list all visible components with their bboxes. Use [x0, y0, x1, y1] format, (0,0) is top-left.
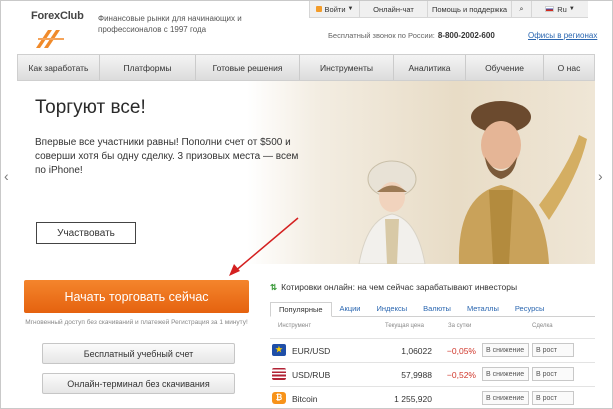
- nav-item-about[interactable]: О нас: [544, 55, 594, 80]
- hero-banner: Торгуют все! Впервые все участники равны…: [17, 81, 595, 264]
- nav-item-tools[interactable]: Инструменты: [300, 55, 394, 80]
- quotes-table-header: Инструмент Текущая цена За сутки Сделка: [270, 323, 595, 334]
- updown-arrows-icon: ⇅: [270, 282, 278, 292]
- tab-resources[interactable]: Ресурсы: [507, 302, 553, 317]
- chevron-down-icon: ▼: [568, 6, 575, 12]
- instrument-price: 1,06022: [401, 346, 432, 356]
- col-price: Текущая цена: [385, 323, 424, 329]
- instrument-change: −0,05%: [446, 346, 476, 356]
- logo-mark-icon: [36, 30, 64, 48]
- tab-stocks[interactable]: Акции: [332, 302, 369, 317]
- buy-button[interactable]: В рост: [532, 391, 574, 405]
- chevron-down-icon: ▼: [347, 6, 354, 12]
- instrument-change: −0,52%: [446, 370, 476, 380]
- instrument-price: 57,9988: [401, 370, 432, 380]
- col-instrument: Инструмент: [278, 323, 312, 329]
- offices-link[interactable]: Офисы в регионах: [528, 31, 597, 40]
- participate-button[interactable]: Участвовать: [36, 222, 136, 244]
- site-tagline: Финансовые рынки для начинающих и профес…: [98, 14, 242, 34]
- main-nav: Как заработать Платформы Готовые решения…: [17, 54, 595, 81]
- instrument-name[interactable]: USD/RUB: [292, 370, 330, 380]
- login-label: Войти: [324, 4, 346, 14]
- table-row: USD/RUB 57,9988 −0,52% В снижение В рост: [270, 362, 595, 386]
- hero-text: Впервые все участники равны! Пополни сче…: [35, 137, 299, 176]
- bitcoin-icon: ₿: [272, 392, 286, 404]
- help-support-link[interactable]: Помощь и поддержка: [427, 1, 511, 18]
- search-icon[interactable]: ⌕: [511, 1, 531, 18]
- eu-flag-icon: ★: [272, 344, 286, 356]
- free-demo-account-button[interactable]: Бесплатный учебный счет: [42, 343, 235, 364]
- sell-button[interactable]: В снижение: [482, 367, 529, 381]
- sell-button[interactable]: В снижение: [482, 391, 529, 405]
- hero-title: Торгуют все!: [35, 97, 146, 118]
- quotes-tabs: Популярные Акции Индексы Валюты Металлы …: [270, 302, 595, 317]
- start-trading-button[interactable]: Начать торговать сейчас: [24, 280, 249, 313]
- hotline: Бесплатный звонок по России: 8-800-2002-6…: [328, 31, 495, 40]
- col-deal: Сделка: [532, 323, 553, 329]
- hero-man-illustration: [458, 101, 587, 264]
- trade-note: Мгновенный доступ без скачиваний и плате…: [25, 319, 248, 326]
- web-terminal-button[interactable]: Онлайн-терминал без скачивания: [42, 373, 235, 394]
- logo-text: ForexClub: [31, 10, 84, 22]
- language-label: Ru: [557, 4, 567, 14]
- nav-item-earn[interactable]: Как заработать: [18, 55, 100, 80]
- lock-icon: [315, 6, 322, 12]
- nav-item-platforms[interactable]: Платформы: [100, 55, 196, 80]
- table-row: ★ EUR/USD 1,06022 −0,05% В снижение В ро…: [270, 338, 595, 362]
- instrument-price: 1 255,920: [394, 394, 432, 404]
- language-selector[interactable]: Ru ▼: [531, 1, 588, 18]
- top-utility-bar: Войти ▼ Онлайн-чат Помощь и поддержка ⌕ …: [309, 1, 588, 18]
- instrument-name[interactable]: Bitcoin: [292, 394, 318, 404]
- buy-button[interactable]: В рост: [532, 367, 574, 381]
- login-button[interactable]: Войти ▼: [309, 1, 359, 18]
- tab-metals[interactable]: Металлы: [459, 302, 507, 317]
- tab-currencies[interactable]: Валюты: [415, 302, 459, 317]
- quotes-title-text: Котировки онлайн: на чем сейчас зарабаты…: [281, 282, 518, 292]
- tab-indices[interactable]: Индексы: [369, 302, 416, 317]
- us-flag-icon: [272, 368, 286, 380]
- russia-flag-icon: [545, 6, 555, 12]
- hero-woman-illustration: [358, 160, 426, 264]
- forexclub-logo[interactable]: ForexClub: [31, 10, 91, 52]
- tab-popular[interactable]: Популярные: [270, 302, 332, 317]
- hotline-number[interactable]: 8-800-2002-600: [438, 31, 495, 40]
- buy-button[interactable]: В рост: [532, 343, 574, 357]
- slider-next-arrow[interactable]: ›: [598, 168, 603, 184]
- annotation-arrow-icon: [229, 217, 299, 276]
- nav-item-analytics[interactable]: Аналитика: [394, 55, 466, 80]
- col-change: За сутки: [448, 323, 472, 329]
- nav-item-education[interactable]: Обучение: [466, 55, 544, 80]
- quotes-title: ⇅ Котировки онлайн: на чем сейчас зарабат…: [270, 282, 517, 293]
- sell-button[interactable]: В снижение: [482, 343, 529, 357]
- instrument-name[interactable]: EUR/USD: [292, 346, 330, 356]
- online-chat-link[interactable]: Онлайн-чат: [359, 1, 427, 18]
- hotline-label: Бесплатный звонок по России:: [328, 31, 435, 40]
- slider-prev-arrow[interactable]: ‹: [4, 168, 9, 184]
- nav-item-solutions[interactable]: Готовые решения: [196, 55, 300, 80]
- table-row: ₿ Bitcoin 1 255,920 В снижение В рост: [270, 386, 595, 409]
